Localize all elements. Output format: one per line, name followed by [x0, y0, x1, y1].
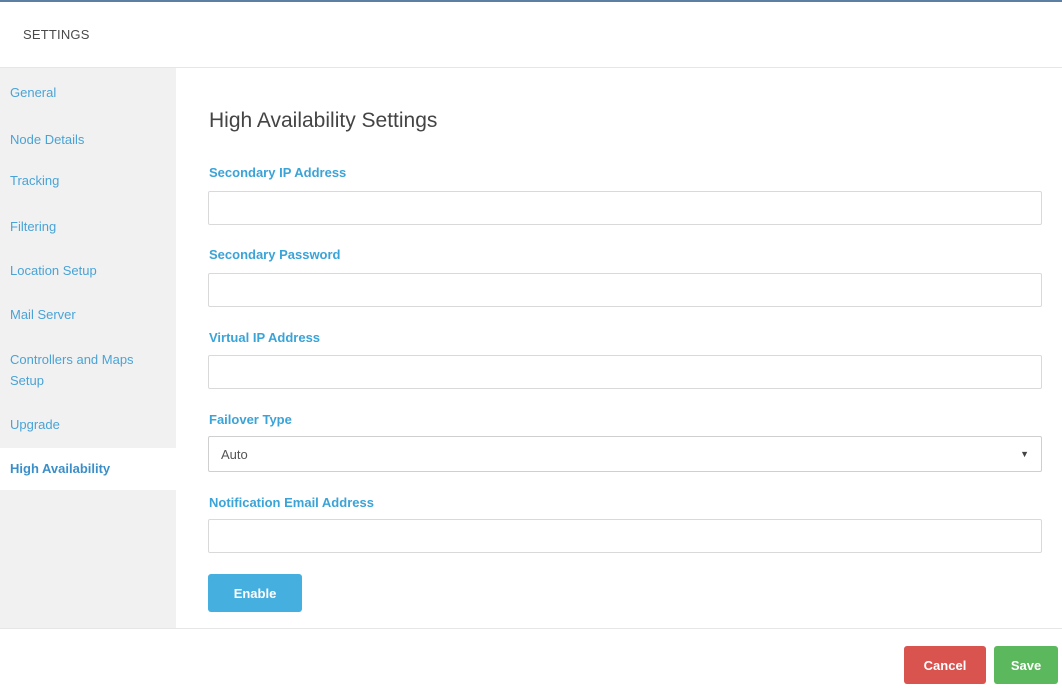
secondary-password-input[interactable]: [208, 273, 1042, 307]
sidebar-list: General Node Details Tracking Filtering …: [0, 68, 176, 629]
sidebar-item-mail-server[interactable]: Mail Server: [0, 306, 86, 323]
page-title: High Availability Settings: [209, 109, 438, 132]
sidebar-item-high-availability[interactable]: High Availability: [0, 448, 176, 490]
failover-type-select[interactable]: Auto ▼: [208, 436, 1042, 472]
notification-email-label: Notification Email Address: [209, 495, 374, 510]
settings-footer: Cancel Save: [0, 628, 1062, 691]
sidebar-item-tracking[interactable]: Tracking: [0, 172, 69, 189]
settings-body: General Node Details Tracking Filtering …: [0, 68, 1062, 629]
virtual-ip-input[interactable]: [208, 355, 1042, 389]
secondary-password-label: Secondary Password: [209, 247, 341, 262]
settings-header: SETTINGS: [0, 2, 1062, 68]
failover-type-value: Auto: [221, 446, 248, 462]
secondary-ip-label: Secondary IP Address: [209, 165, 347, 180]
sidebar-item-location-setup[interactable]: Location Setup: [0, 262, 107, 279]
settings-sidebar: General Node Details Tracking Filtering …: [0, 68, 176, 629]
cancel-button[interactable]: Cancel: [904, 646, 986, 684]
header-title: SETTINGS: [23, 27, 90, 42]
sidebar-item-node-details[interactable]: Node Details: [0, 131, 94, 148]
virtual-ip-label: Virtual IP Address: [209, 330, 321, 345]
sidebar-item-controllers-and-maps-setup[interactable]: Controllers and Maps Setup: [0, 349, 150, 391]
sidebar-item-upgrade[interactable]: Upgrade: [0, 416, 70, 433]
secondary-ip-input[interactable]: [208, 191, 1042, 225]
sidebar-item-filtering[interactable]: Filtering: [0, 218, 66, 235]
chevron-down-icon: ▼: [1020, 449, 1029, 459]
sidebar-item-general[interactable]: General: [0, 84, 66, 101]
enable-button[interactable]: Enable: [208, 574, 302, 612]
notification-email-input[interactable]: [208, 519, 1042, 553]
failover-type-label: Failover Type: [209, 412, 292, 427]
settings-window: SETTINGS General Node Details Tracking F…: [0, 0, 1062, 691]
settings-content: High Availability Settings Secondary IP …: [176, 68, 1062, 628]
save-button[interactable]: Save: [994, 646, 1058, 684]
